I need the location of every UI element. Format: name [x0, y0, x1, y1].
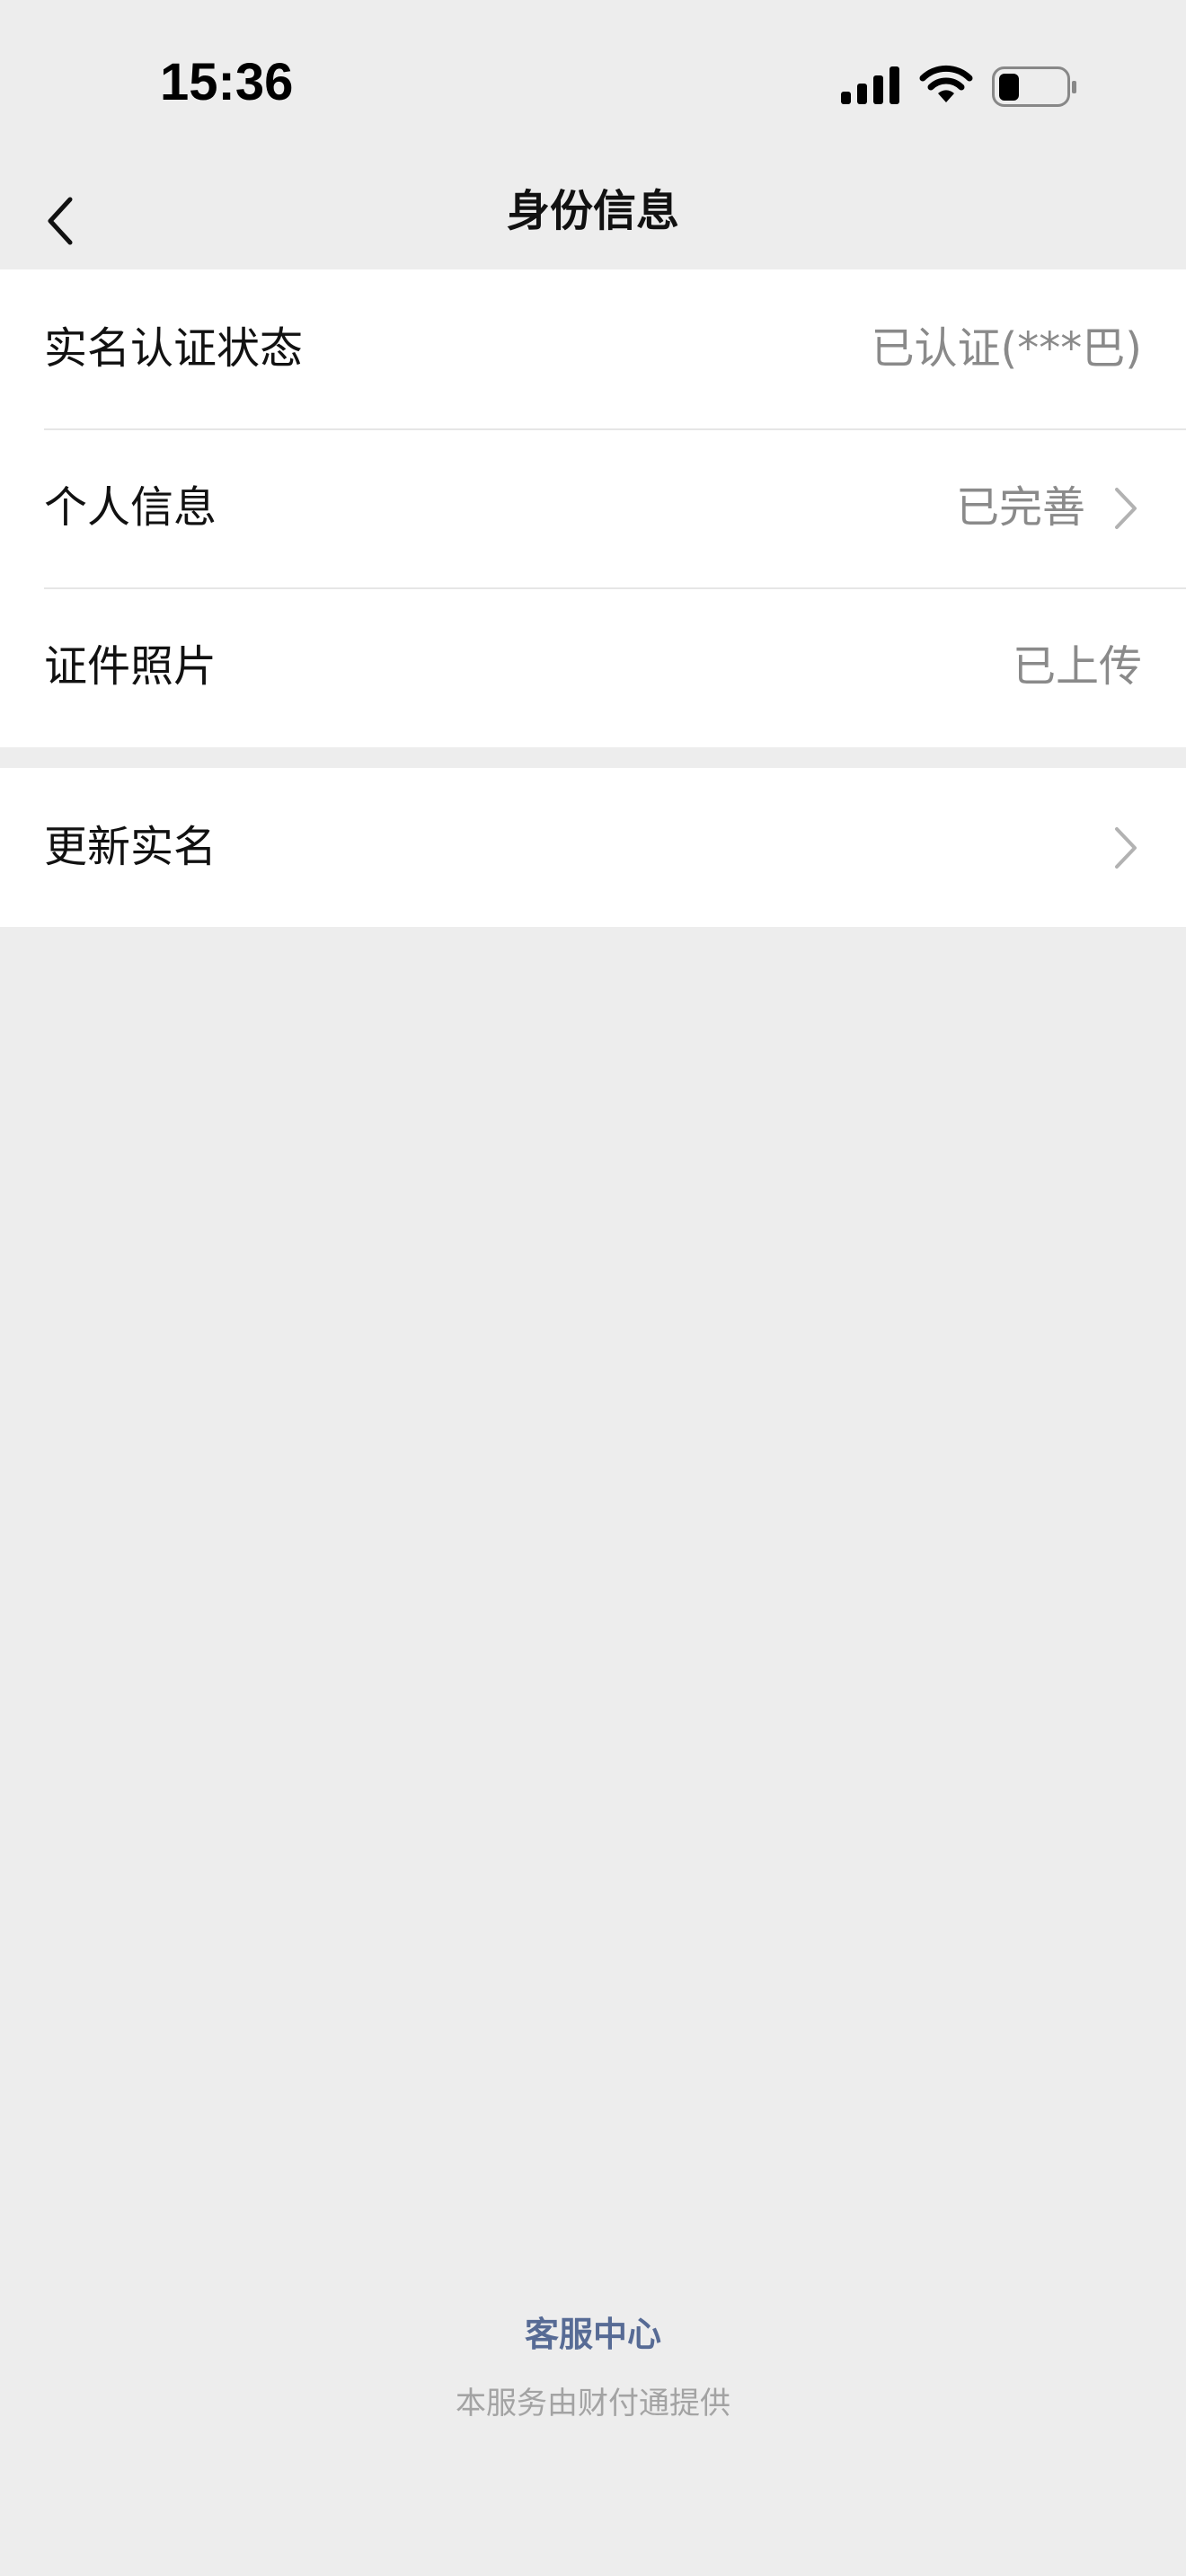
- status-bar: 15:36: [0, 0, 1186, 171]
- list-item-update-real-name[interactable]: 更新实名: [0, 768, 1186, 927]
- update-real-name-list: 更新实名: [0, 768, 1186, 927]
- row-label: 个人信息: [44, 482, 217, 533]
- wifi-icon: [919, 65, 973, 102]
- list-item-verification-status: 实名认证状态 已认证(***巴): [0, 269, 1186, 428]
- row-label: 证件照片: [44, 641, 217, 692]
- cellular-signal-icon: [841, 66, 899, 104]
- page-title: 身份信息: [506, 186, 679, 236]
- row-value: 已认证(***巴): [871, 323, 1142, 374]
- row-label: 实名认证状态: [44, 323, 304, 374]
- row-value: 已上传: [1012, 641, 1142, 692]
- status-time: 15:36: [160, 53, 294, 111]
- list-item-id-photo: 证件照片 已上传: [0, 587, 1186, 746]
- row-label: 更新实名: [44, 822, 217, 872]
- row-value: 已完善: [955, 482, 1085, 533]
- provider-note: 本服务由财付通提供: [456, 2386, 730, 2422]
- battery-icon: [992, 66, 1076, 107]
- list-item-personal-info[interactable]: 个人信息 已完善: [0, 428, 1186, 587]
- chevron-right-icon: [1115, 827, 1137, 869]
- chevron-right-icon: [1115, 488, 1137, 529]
- navigation-bar: 身份信息: [0, 171, 1186, 269]
- identity-info-list: 实名认证状态 已认证(***巴) 个人信息 已完善 证件照片 已上传: [0, 269, 1186, 747]
- customer-service-link[interactable]: 客服中心: [0, 2307, 1186, 2356]
